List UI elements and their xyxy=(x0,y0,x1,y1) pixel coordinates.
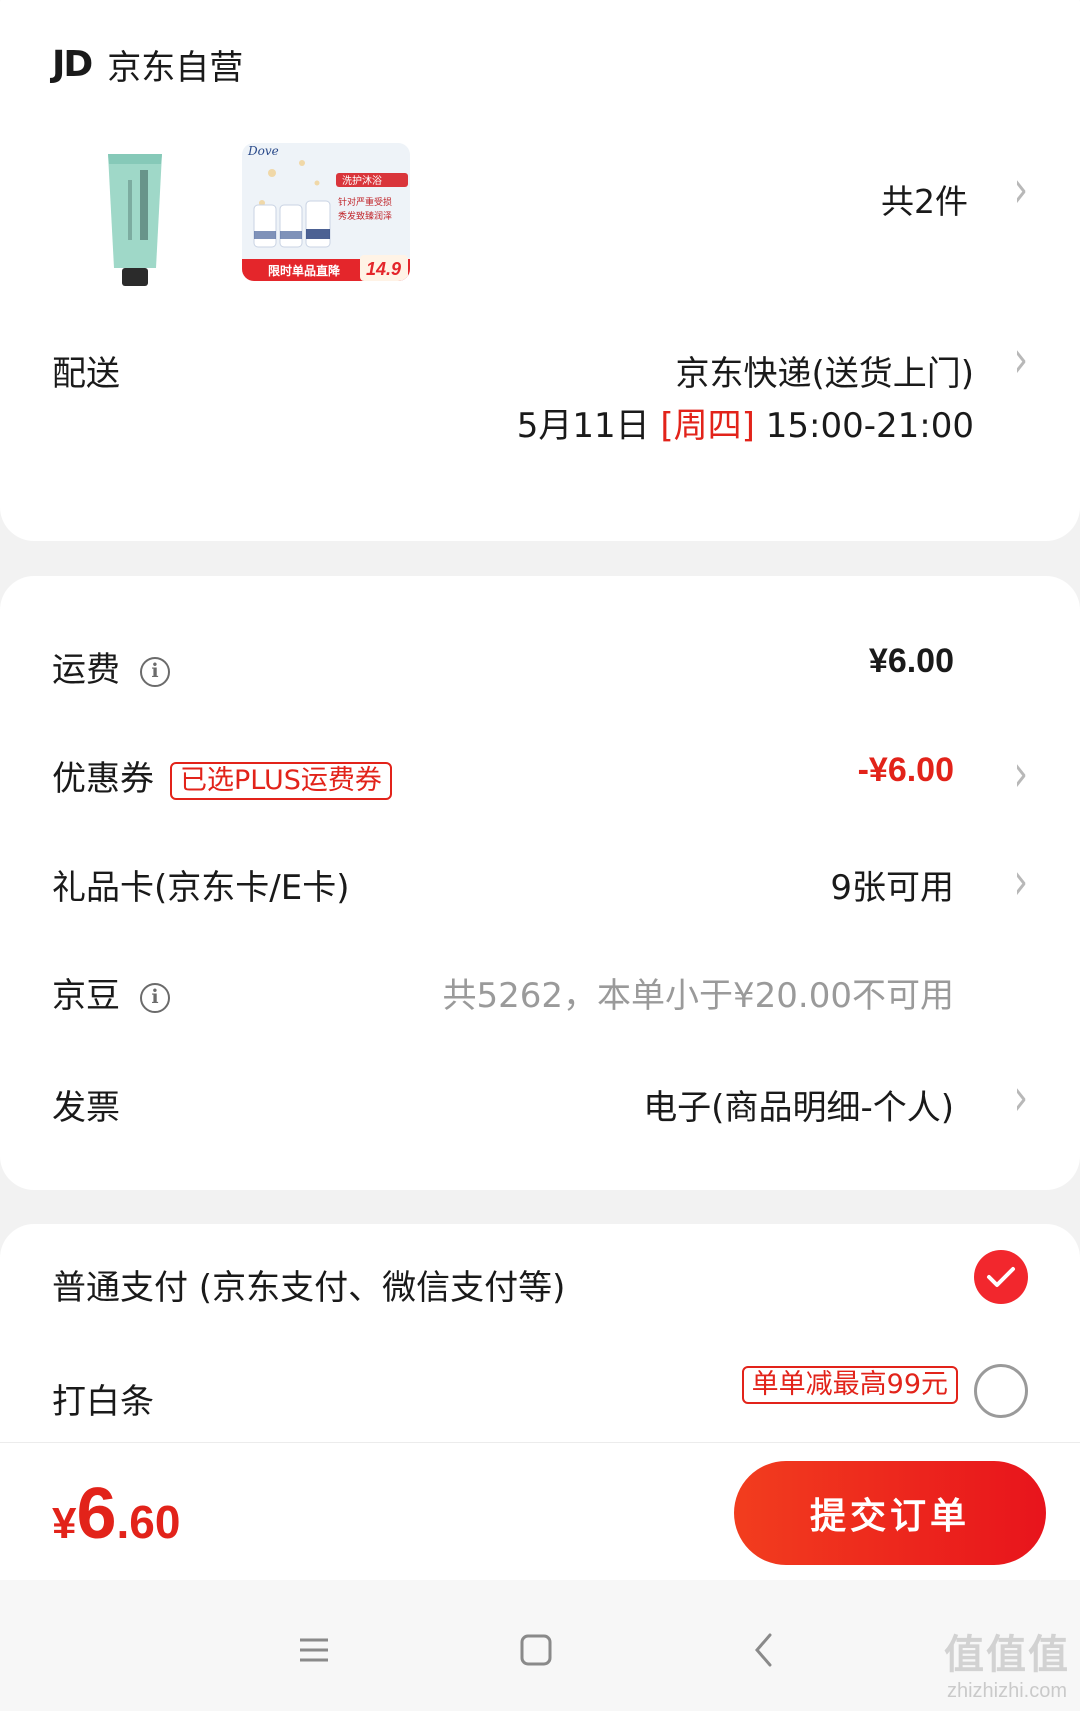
jd-logo: JD xyxy=(52,44,93,85)
watermark: 值值值 zhizhizhi.com xyxy=(944,1622,1070,1703)
shipping-info-icon[interactable]: i xyxy=(140,656,170,687)
order-items-card: JD 京东自营 Dove 洗护沐浴 针对严重受损 秀发致臻润泽 限时单品直降 1… xyxy=(0,0,1080,541)
invoice-value[interactable]: 电子(商品明细-个人) xyxy=(643,1080,954,1129)
delivery-label: 配送 xyxy=(52,354,120,394)
dove-headline-text: 洗护沐浴 xyxy=(342,174,382,187)
coupon-badge: 已选PLUS运费券 xyxy=(170,761,392,800)
store-name: 京东自营 xyxy=(107,48,244,88)
payment-baitiao-radio[interactable] xyxy=(974,1364,1028,1418)
delivery-method[interactable]: 京东快递(送货上门) xyxy=(675,346,974,395)
jingdou-value: 共5262，本单小于¥20.00不可用 xyxy=(442,976,955,1016)
order-total: ¥6.60 xyxy=(52,1473,180,1555)
dove-line2-text: 秀发致臻润泽 xyxy=(338,210,392,222)
item-count[interactable]: 共2件 xyxy=(881,175,968,223)
delivery-chevron-icon[interactable]: › xyxy=(1014,332,1028,389)
fees-card: 运费 i ¥6.00 优惠券 已选PLUS运费券 -¥6.00 › 礼品卡(京东卡/… xyxy=(0,576,1080,1190)
store-header: JD 京东自营 xyxy=(52,40,243,89)
delivery-date: 5月11日 xyxy=(516,406,650,446)
total-decimal: .60 xyxy=(116,1496,181,1548)
dove-brand-text: Dove xyxy=(247,144,279,158)
back-icon[interactable] xyxy=(734,1620,794,1680)
shipping-value: ¥6.00 xyxy=(868,642,954,680)
watermark-logo: 值值值 xyxy=(944,1633,1070,1677)
menu-icon[interactable] xyxy=(284,1620,344,1680)
payment-normal-radio-checked[interactable] xyxy=(974,1250,1028,1304)
delivery-time: 15:00-21:00 xyxy=(765,406,974,446)
total-currency: ¥ xyxy=(52,1499,77,1548)
gift-card-label: 礼品卡(京东卡/E卡) xyxy=(52,868,350,908)
invoice-label: 发票 xyxy=(52,1088,120,1128)
baitiao-promo-badge: 单单减最高99元 xyxy=(741,1366,958,1404)
dove-line1-text: 针对严重受损 xyxy=(338,196,392,208)
coupon-label: 优惠券 xyxy=(52,759,154,799)
shipping-row-label: 运费 i xyxy=(52,642,170,691)
invoice-chevron-icon[interactable]: › xyxy=(1014,1070,1028,1127)
dove-price-text: 14.9 xyxy=(366,259,401,279)
submit-order-button[interactable]: 提交订单 xyxy=(734,1461,1046,1565)
dove-ribbon-text: 限时单品直降 xyxy=(268,263,341,278)
delivery-weekday: [周四] xyxy=(660,406,755,446)
delivery-time-slot[interactable]: 5月11日 [周四] 15:00-21:00 xyxy=(517,398,974,447)
product-thumbnail-dove-bundle[interactable]: Dove 洗护沐浴 针对严重受损 秀发致臻润泽 限时单品直降 14.9 xyxy=(242,143,410,281)
payment-normal-label[interactable]: 普通支付 (京东支付、微信支付等) xyxy=(52,1260,565,1309)
gift-card-value[interactable]: 9张可用 xyxy=(830,860,954,909)
gift-card-chevron-icon[interactable]: › xyxy=(1014,854,1028,911)
coupon-row-label: 优惠券 已选PLUS运费券 xyxy=(52,751,392,800)
coupon-chevron-icon[interactable]: › xyxy=(1014,746,1028,803)
home-icon[interactable] xyxy=(506,1620,566,1680)
coupon-value[interactable]: -¥6.00 xyxy=(858,751,954,790)
total-integer: 6 xyxy=(76,1474,117,1554)
check-icon xyxy=(987,1267,1015,1287)
jingdou-label: 京豆 xyxy=(52,976,120,1016)
shipping-label: 运费 xyxy=(52,650,120,690)
checkout-bar: ¥6.60 提交订单 xyxy=(0,1442,1080,1580)
payment-baitiao-label[interactable]: 打白条 xyxy=(52,1374,154,1423)
system-navigation-bar xyxy=(0,1580,1080,1711)
product-thumbnail-hand-cream[interactable] xyxy=(100,150,170,290)
watermark-site: zhizhizhi.com xyxy=(946,1680,1068,1702)
jingdou-info-icon[interactable]: i xyxy=(140,982,170,1013)
item-list-chevron-icon[interactable]: › xyxy=(1014,162,1028,219)
jingdou-row-label: 京豆 i xyxy=(52,968,170,1017)
